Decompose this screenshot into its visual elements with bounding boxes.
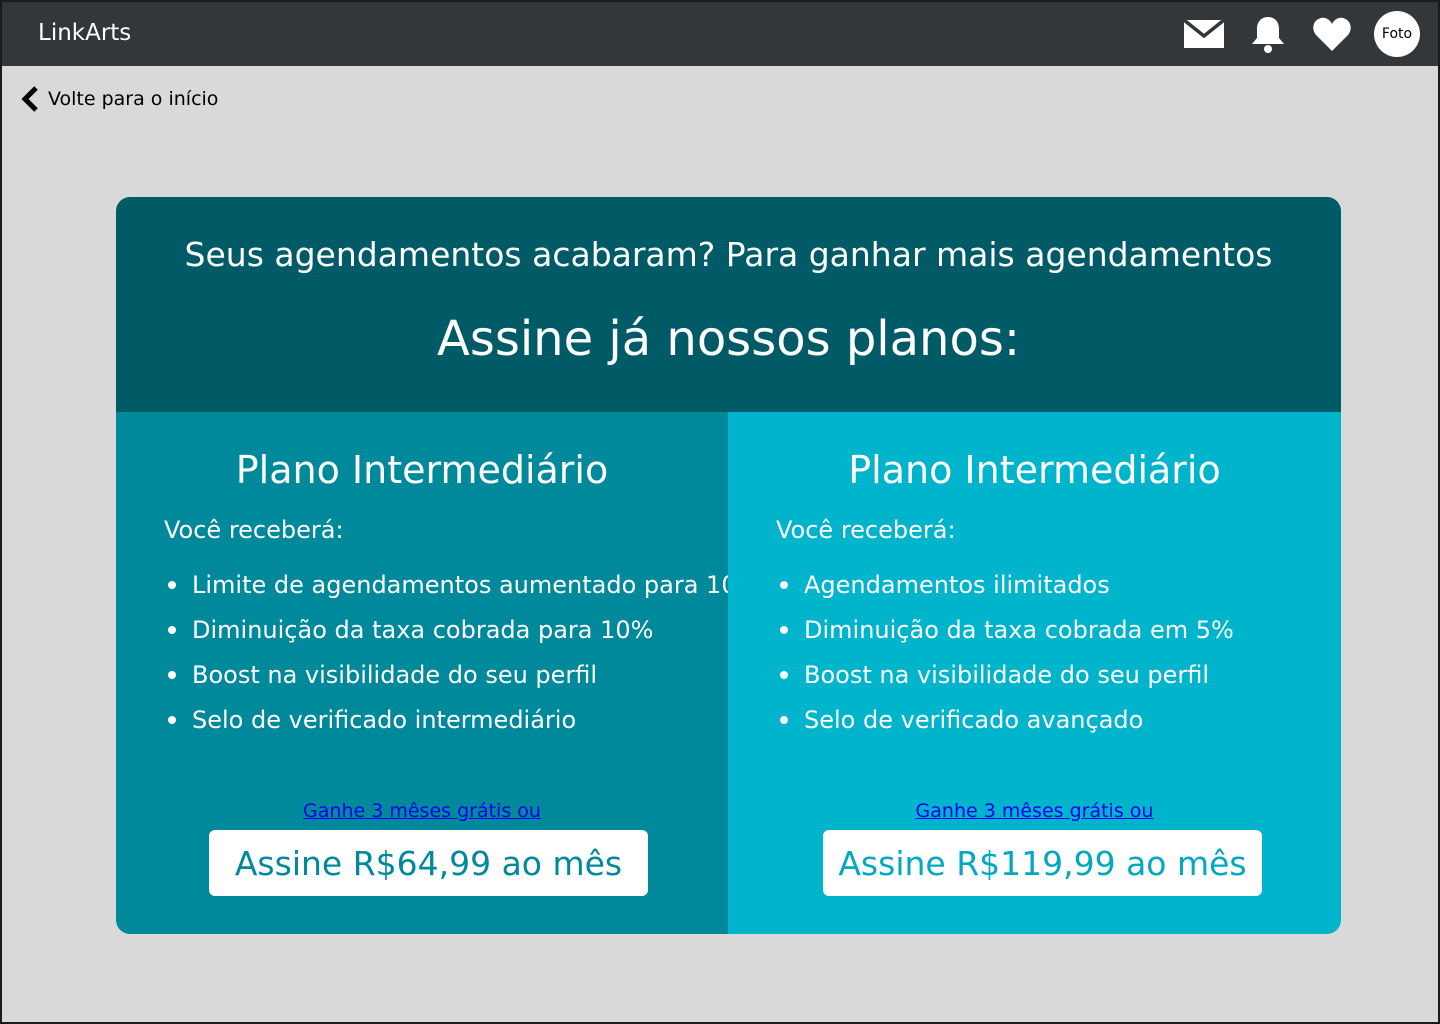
benefit-item: Boost na visibilidade do seu perfil: [776, 652, 1234, 697]
bell-icon[interactable]: [1246, 12, 1290, 56]
benefit-text: Boost na visibilidade do seu perfil: [192, 660, 598, 689]
mail-icon[interactable]: [1182, 12, 1226, 56]
benefit-text: Limite de agendamentos aumentado para 10: [192, 570, 737, 599]
benefit-text: Agendamentos ilimitados: [804, 570, 1110, 599]
free-trial-link[interactable]: Ganhe 3 mêses grátis ou: [303, 800, 541, 822]
plan-title: Plano Intermediário: [848, 448, 1221, 492]
chevron-left-icon: [20, 86, 40, 112]
promo-container: Ganhe 3 mêses grátis ou: [116, 800, 728, 822]
top-bar: LinkArts Foto: [2, 2, 1438, 66]
free-trial-link[interactable]: Ganhe 3 mêses grátis ou: [916, 800, 1154, 822]
plan-lead: Você receberá:: [164, 516, 344, 544]
benefit-text: Selo de verificado avançado: [804, 705, 1144, 734]
benefit-text: Selo de verificado intermediário: [192, 705, 577, 734]
benefit-item: Selo de verificado avançado: [776, 697, 1234, 742]
benefit-list: Limite de agendamentos aumentado para 10…: [164, 562, 737, 742]
back-to-home-link[interactable]: Volte para o início: [20, 86, 218, 112]
app-window: LinkArts Foto Volte para o início Seus a…: [0, 0, 1440, 1024]
benefit-text: Diminuição da taxa cobrada em 5%: [804, 615, 1234, 644]
bullet-icon: [780, 625, 788, 634]
benefit-text: Boost na visibilidade do seu perfil: [804, 660, 1210, 689]
app-title[interactable]: LinkArts: [38, 20, 131, 46]
subscribe-button[interactable]: Assine R$64,99 ao mês: [209, 830, 648, 896]
benefit-list: Agendamentos ilimitados Diminuição da ta…: [776, 562, 1234, 742]
bullet-icon: [168, 625, 176, 634]
plans-card: Seus agendamentos acabaram? Para ganhar …: [116, 197, 1341, 934]
heart-icon[interactable]: [1310, 12, 1354, 56]
benefit-text: Diminuição da taxa cobrada para 10%: [192, 615, 654, 644]
subscribe-button[interactable]: Assine R$119,99 ao mês: [823, 830, 1262, 896]
benefit-item: Selo de verificado intermediário: [164, 697, 737, 742]
promo-container: Ganhe 3 mêses grátis ou: [728, 800, 1341, 822]
bullet-icon: [168, 670, 176, 679]
benefit-item: Boost na visibilidade do seu perfil: [164, 652, 737, 697]
plan-title: Plano Intermediário: [235, 448, 609, 492]
bullet-icon: [168, 715, 176, 724]
top-bar-actions: Foto: [1162, 11, 1420, 57]
bullet-icon: [168, 580, 176, 589]
benefit-item: Diminuição da taxa cobrada em 5%: [776, 607, 1234, 652]
plans-headline: Assine já nossos planos:: [436, 311, 1021, 367]
bullet-icon: [780, 580, 788, 589]
bullet-icon: [780, 670, 788, 679]
benefit-item: Limite de agendamentos aumentado para 10: [164, 562, 737, 607]
avatar[interactable]: Foto: [1374, 11, 1420, 57]
back-link-label: Volte para o início: [48, 88, 219, 110]
benefit-item: Agendamentos ilimitados: [776, 562, 1234, 607]
bullet-icon: [780, 715, 788, 724]
plans-header: Seus agendamentos acabaram? Para ganhar …: [116, 197, 1341, 412]
benefit-item: Diminuição da taxa cobrada para 10%: [164, 607, 737, 652]
plans-subtitle: Seus agendamentos acabaram? Para ganhar …: [184, 235, 1273, 274]
plan-lead: Você receberá:: [776, 516, 956, 544]
